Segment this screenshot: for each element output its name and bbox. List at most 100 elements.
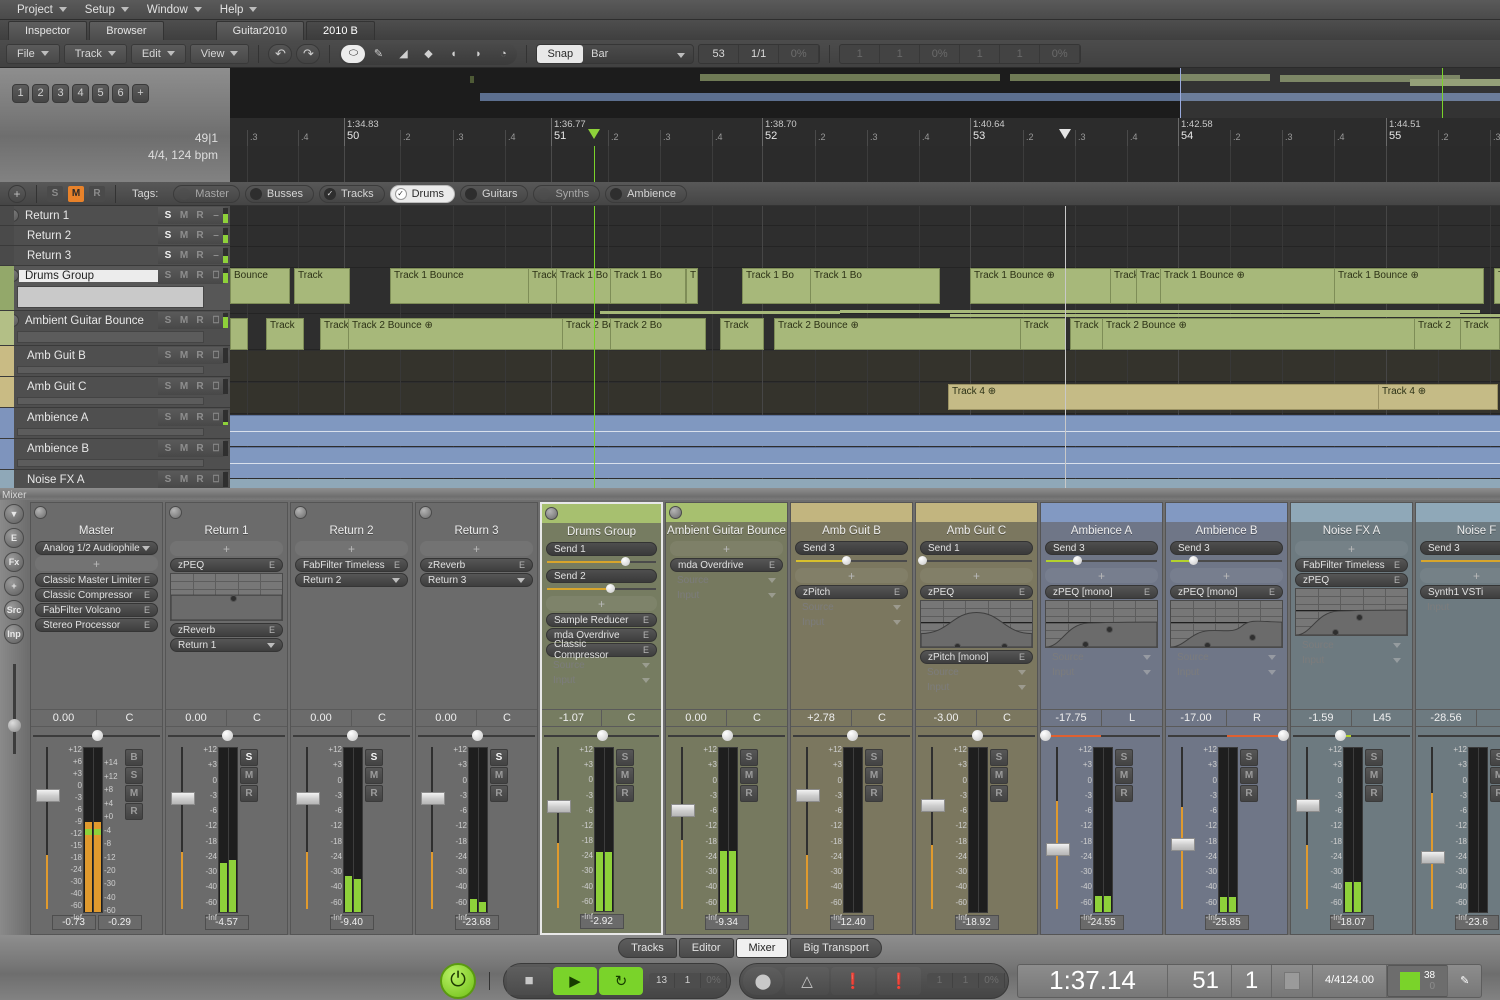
eq-plugin-slot[interactable]: zPEQ [mono]E	[1045, 585, 1158, 599]
eq-band-node[interactable]	[1356, 614, 1363, 621]
loop-icon[interactable]: ↻	[599, 967, 643, 995]
fader-handle[interactable]	[796, 789, 820, 802]
plugin-slot[interactable]: zPitch [mono]E	[920, 650, 1033, 664]
selection-numbox[interactable]: 1 1 0% 1 1 0%	[839, 44, 1081, 64]
eq-band-node[interactable]	[1082, 641, 1089, 648]
volume-fader[interactable]	[1295, 745, 1321, 913]
track-mute-button[interactable]: M	[176, 472, 192, 487]
play-icon[interactable]: ▶	[553, 967, 597, 995]
eq-plugin-slot[interactable]: zPEQE	[920, 585, 1033, 599]
plugin-edit-button[interactable]: E	[769, 560, 775, 570]
punch-range-numbox[interactable]: 1 1 0%	[927, 973, 1005, 988]
plugin-edit-button[interactable]: E	[894, 587, 900, 597]
track-rec-button[interactable]: R	[192, 472, 208, 487]
pan-value[interactable]: L	[1102, 710, 1162, 726]
track-number-2[interactable]: 2	[32, 84, 49, 103]
pan-value[interactable]: C	[852, 710, 912, 726]
strip-m-button[interactable]: M	[1115, 767, 1133, 784]
strip-s-button[interactable]: S	[740, 749, 758, 766]
audio-clip[interactable]: Tr	[1494, 268, 1500, 304]
volume-fader[interactable]	[35, 745, 61, 913]
input-dropdown[interactable]: Input	[1170, 665, 1283, 679]
track-rec-button[interactable]: R	[192, 228, 208, 243]
track-solo-button[interactable]: S	[160, 313, 176, 328]
track-mute-button[interactable]: M	[176, 379, 192, 394]
undo-icon[interactable]: ↶	[268, 44, 292, 64]
input-dropdown[interactable]: Input	[795, 615, 908, 629]
pencil-icon[interactable]: ✎	[1448, 965, 1481, 997]
pan-value[interactable]: C	[477, 710, 537, 726]
time-format-toggle[interactable]	[1272, 965, 1313, 997]
strip-r-button[interactable]: R	[125, 803, 143, 820]
track-row[interactable]: Drums GroupSMR⎕	[0, 266, 230, 311]
gain-value[interactable]: -28.56	[1416, 710, 1477, 726]
position-bar-cell[interactable]: 53	[699, 45, 739, 63]
strip-r-button[interactable]: R	[240, 785, 258, 802]
global-mute-button[interactable]: M	[68, 186, 84, 202]
strip-name[interactable]: Return 3	[416, 522, 537, 541]
strip-arm-knob[interactable]	[669, 506, 682, 519]
plugin-slot[interactable]: Classic Master LimiterE	[35, 573, 158, 587]
mixer-strip[interactable]: Ambience ASend 3+zPEQ [mono]ESourceInput…	[1040, 502, 1163, 935]
send-level-slider[interactable]	[547, 584, 656, 593]
track-row[interactable]: Return 3SMR–	[0, 246, 230, 266]
strip-r-button[interactable]: R	[490, 785, 508, 802]
plugin-slot[interactable]: mda OverdriveE	[670, 558, 783, 572]
input-dropdown[interactable]: Input	[920, 680, 1033, 694]
track-row[interactable]: Return 1SMR–	[0, 206, 230, 226]
timeline-ruler[interactable]: 1:34.83501:36.77511:38.70521:40.64531:42…	[230, 118, 1500, 146]
arrange-track-lane[interactable]	[230, 351, 1500, 382]
eq-curve-display[interactable]	[920, 600, 1033, 648]
track-mute-button[interactable]: M	[176, 248, 192, 263]
global-rec-button[interactable]: R	[89, 186, 105, 202]
eq-band-node[interactable]	[954, 643, 961, 648]
strip-m-button[interactable]: M	[1240, 767, 1258, 784]
arrange-track-lane[interactable]	[230, 248, 1500, 268]
eq-plugin-slot[interactable]: zPEQ [mono]E	[1170, 585, 1283, 599]
strip-r-button[interactable]: R	[740, 785, 758, 802]
pan-slider[interactable]	[918, 729, 1035, 743]
add-plugin-button[interactable]: +	[795, 568, 908, 583]
track-lane-summary[interactable]	[17, 397, 204, 405]
sel-cell-3[interactable]: 0%	[920, 45, 960, 63]
track-lane-summary[interactable]	[17, 366, 204, 374]
pan-knob[interactable]	[472, 730, 483, 741]
track-extra-button[interactable]: ⎕	[208, 313, 224, 328]
pan-slider[interactable]	[793, 729, 910, 743]
strip-name[interactable]: Amb Guit C	[916, 522, 1037, 541]
send-level-slider[interactable]	[1421, 556, 1500, 565]
pan-knob[interactable]	[347, 730, 358, 741]
audio-clip[interactable]: T	[686, 268, 698, 304]
pan-value[interactable]: C	[727, 710, 787, 726]
track-extra-button[interactable]: –	[208, 208, 224, 223]
strip-arm-knob[interactable]	[294, 506, 307, 519]
strip-m-button[interactable]: M	[616, 767, 634, 784]
strip-name[interactable]: Return 2	[291, 522, 412, 541]
strip-m-button[interactable]: M	[125, 785, 143, 802]
global-solo-button[interactable]: S	[47, 186, 63, 202]
volume-fader[interactable]	[1420, 745, 1446, 913]
track-rec-button[interactable]: R	[192, 313, 208, 328]
snap-value-dropdown[interactable]: Bar	[583, 45, 693, 63]
strip-arm-knob[interactable]	[419, 506, 432, 519]
track-row[interactable]: Amb Guit BSMR⎕	[0, 346, 230, 377]
pan-slider[interactable]	[668, 729, 785, 743]
audio-clip[interactable]: Track 4 ⊕	[948, 384, 1380, 410]
track-rec-button[interactable]: R	[192, 348, 208, 363]
plugin-slot[interactable]: zReverbE	[170, 623, 283, 637]
audio-clip[interactable]: Track 2 Bo	[610, 318, 706, 350]
source-dropdown[interactable]: Source	[1170, 650, 1283, 664]
pan-slider[interactable]	[1043, 729, 1160, 743]
pan-slider[interactable]	[418, 729, 535, 743]
plugin-edit-button[interactable]: E	[519, 560, 525, 570]
pan-knob[interactable]	[597, 730, 608, 741]
plugin-edit-button[interactable]: E	[643, 630, 649, 640]
fader-handle[interactable]	[1421, 851, 1445, 864]
track-rec-button[interactable]: R	[192, 441, 208, 456]
draw-tool-icon[interactable]: ✎	[366, 45, 390, 63]
eq-band-node[interactable]	[1332, 629, 1339, 636]
pan-value[interactable]: R	[1227, 710, 1287, 726]
track-name[interactable]: Noise FX A	[21, 474, 158, 486]
pan-slider[interactable]	[1293, 729, 1410, 743]
fader-handle[interactable]	[296, 792, 320, 805]
